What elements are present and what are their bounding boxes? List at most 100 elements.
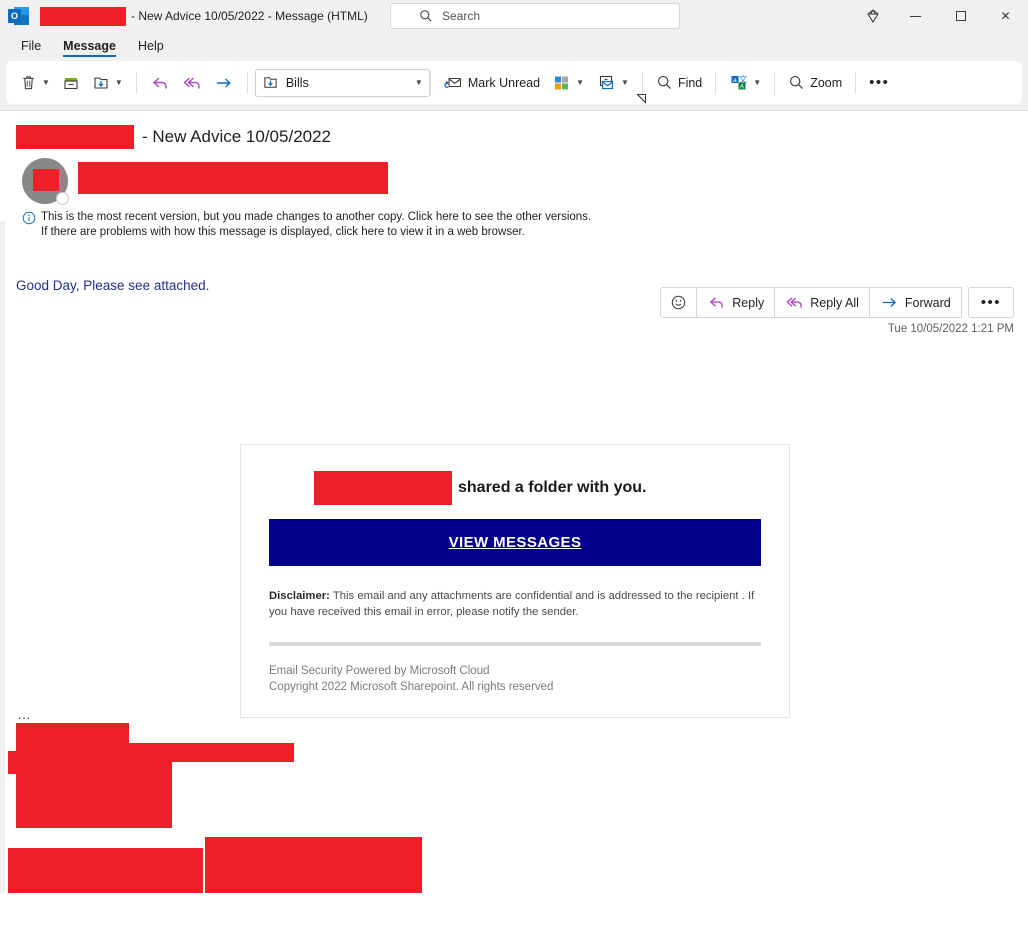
dialog-launcher-icon[interactable] [636, 93, 647, 106]
svg-text:a: a [733, 77, 737, 84]
more-options-button[interactable]: ••• [863, 67, 895, 99]
reply-all-arrow-icon [786, 297, 803, 308]
reply-all-button[interactable] [176, 67, 208, 99]
forward-arrow-icon [882, 298, 896, 307]
divider [246, 71, 248, 94]
divider [641, 71, 643, 94]
card-disclaimer: Disclaimer: This email and any attachmen… [269, 588, 761, 620]
diamond-icon[interactable] [853, 0, 893, 32]
categorize-squares-icon [555, 76, 569, 90]
tab-help[interactable]: Help [129, 37, 173, 58]
title-bar: O - New Advice 10/05/2022 - Message (HTM… [0, 0, 1028, 32]
divider [429, 69, 431, 96]
chevron-down-icon: ▼ [42, 78, 50, 87]
mark-unread-button[interactable]: Mark Unread [437, 67, 546, 99]
divider [855, 71, 857, 94]
info-circle-icon [22, 211, 36, 230]
reply-button[interactable] [144, 67, 176, 99]
chevron-down-icon: ▼ [621, 78, 629, 87]
menu-bar: File Message Help [0, 32, 1028, 58]
ribbon-toolbar: ▼ ▼ Bills ▼ Mark Unread ▼ ▼ Find a 文 A ▼… [0, 58, 1028, 110]
reply-arrow-icon [710, 297, 724, 308]
info-bar-line-1[interactable]: This is the most recent version, but you… [41, 210, 591, 225]
sender-row [0, 149, 1028, 205]
forward-button[interactable]: Forward [868, 287, 962, 318]
view-messages-label: VIEW MESSAGES [448, 534, 582, 551]
message-more-button[interactable]: ••• [967, 287, 1014, 318]
search-input[interactable]: Search [390, 3, 680, 29]
message-timestamp: Tue 10/05/2022 1:21 PM [887, 323, 1014, 335]
more-options-icon: ••• [980, 294, 1001, 311]
sender-redaction-block [78, 162, 388, 194]
card-disclaimer-label: Disclaimer: [269, 590, 330, 602]
minimize-icon[interactable] [893, 0, 938, 32]
mark-unread-label: Mark Unread [467, 75, 541, 90]
truncation-ellipsis[interactable]: ... [18, 708, 31, 722]
mark-unread-envelope-icon [444, 77, 461, 88]
forward-label: Forward [904, 295, 951, 310]
card-disclaimer-body: This email and any attachments are confi… [269, 590, 755, 618]
rules-button[interactable]: ▼ [590, 67, 635, 99]
forward-button[interactable] [208, 67, 240, 99]
archive-button[interactable] [56, 67, 86, 99]
delete-button[interactable]: ▼ [14, 67, 56, 99]
close-icon[interactable]: ✕ [983, 0, 1028, 32]
reply-button[interactable]: Reply [696, 287, 776, 318]
avatar [22, 158, 69, 205]
categorize-button[interactable]: ▼ [546, 67, 590, 99]
quick-step-label: Bills [285, 75, 309, 90]
smiley-face-icon [672, 295, 686, 310]
find-label: Find [677, 75, 703, 90]
signature-redaction-block [8, 848, 203, 893]
chevron-down-icon: ▼ [576, 78, 585, 87]
chevron-down-icon: ▼ [753, 78, 762, 87]
window-title: - New Advice 10/05/2022 - Message (HTML) [131, 9, 368, 23]
tab-message[interactable]: Message [54, 37, 125, 58]
find-magnifier-icon [657, 75, 671, 89]
sharer-redaction-block [314, 471, 452, 505]
left-gutter [0, 221, 5, 893]
rules-mail-icon [599, 75, 614, 89]
zoom-button[interactable]: Zoom [782, 67, 848, 99]
search-placeholder: Search [442, 9, 481, 23]
maximize-icon[interactable] [938, 0, 983, 32]
signature-redaction-block [205, 837, 422, 893]
chevron-down-icon[interactable]: ▼ [415, 78, 423, 87]
signature-redaction-block [113, 743, 294, 762]
signature-redaction-block [16, 771, 172, 828]
card-divider [269, 642, 761, 646]
translate-button[interactable]: a文A ▼ [723, 67, 767, 99]
tab-file[interactable]: File [12, 37, 50, 58]
message-greeting: Good Day, Please see attached. [16, 278, 210, 293]
presence-indicator [56, 192, 69, 205]
divider [774, 71, 776, 94]
move-to-folder-icon [264, 77, 277, 88]
move-to-folder-button[interactable]: ▼ [86, 67, 129, 99]
divider [715, 71, 717, 94]
zoom-label: Zoom [810, 75, 843, 90]
reply-all-label: Reply All [810, 295, 859, 310]
zoom-magnifier-icon [790, 75, 804, 89]
card-footer-line-2: Copyright 2022 Microsoft Sharepoint. All… [269, 681, 554, 693]
info-bar-line-2[interactable]: If there are problems with how this mess… [41, 225, 591, 240]
reply-label: Reply [732, 295, 765, 310]
title-redaction-block [40, 6, 126, 26]
chevron-down-icon: ▼ [114, 78, 123, 87]
shared-folder-card: shared a folder with you. VIEW MESSAGES … [240, 444, 790, 718]
reply-all-button[interactable]: Reply All [774, 287, 870, 318]
card-footer-line-1: Email Security Powered by Microsoft Clou… [269, 665, 490, 677]
translate-icon: a 文A [731, 74, 748, 91]
window-controls: ✕ [853, 0, 1028, 32]
divider [135, 71, 137, 94]
find-button[interactable]: Find [650, 67, 708, 99]
more-options-icon: ••• [869, 74, 890, 91]
search-icon [419, 9, 433, 23]
page-title: - New Advice 10/05/2022 [142, 127, 332, 146]
view-messages-button[interactable]: VIEW MESSAGES [269, 519, 761, 566]
shared-folder-text: shared a folder with you. [458, 479, 647, 496]
subject-redaction-block [16, 125, 134, 149]
quick-step-bills[interactable]: Bills ▼ [254, 68, 430, 97]
subject-row: - New Advice 10/05/2022 [0, 111, 1028, 149]
react-button[interactable] [660, 287, 698, 318]
info-bar[interactable]: This is the most recent version, but you… [0, 204, 1028, 240]
